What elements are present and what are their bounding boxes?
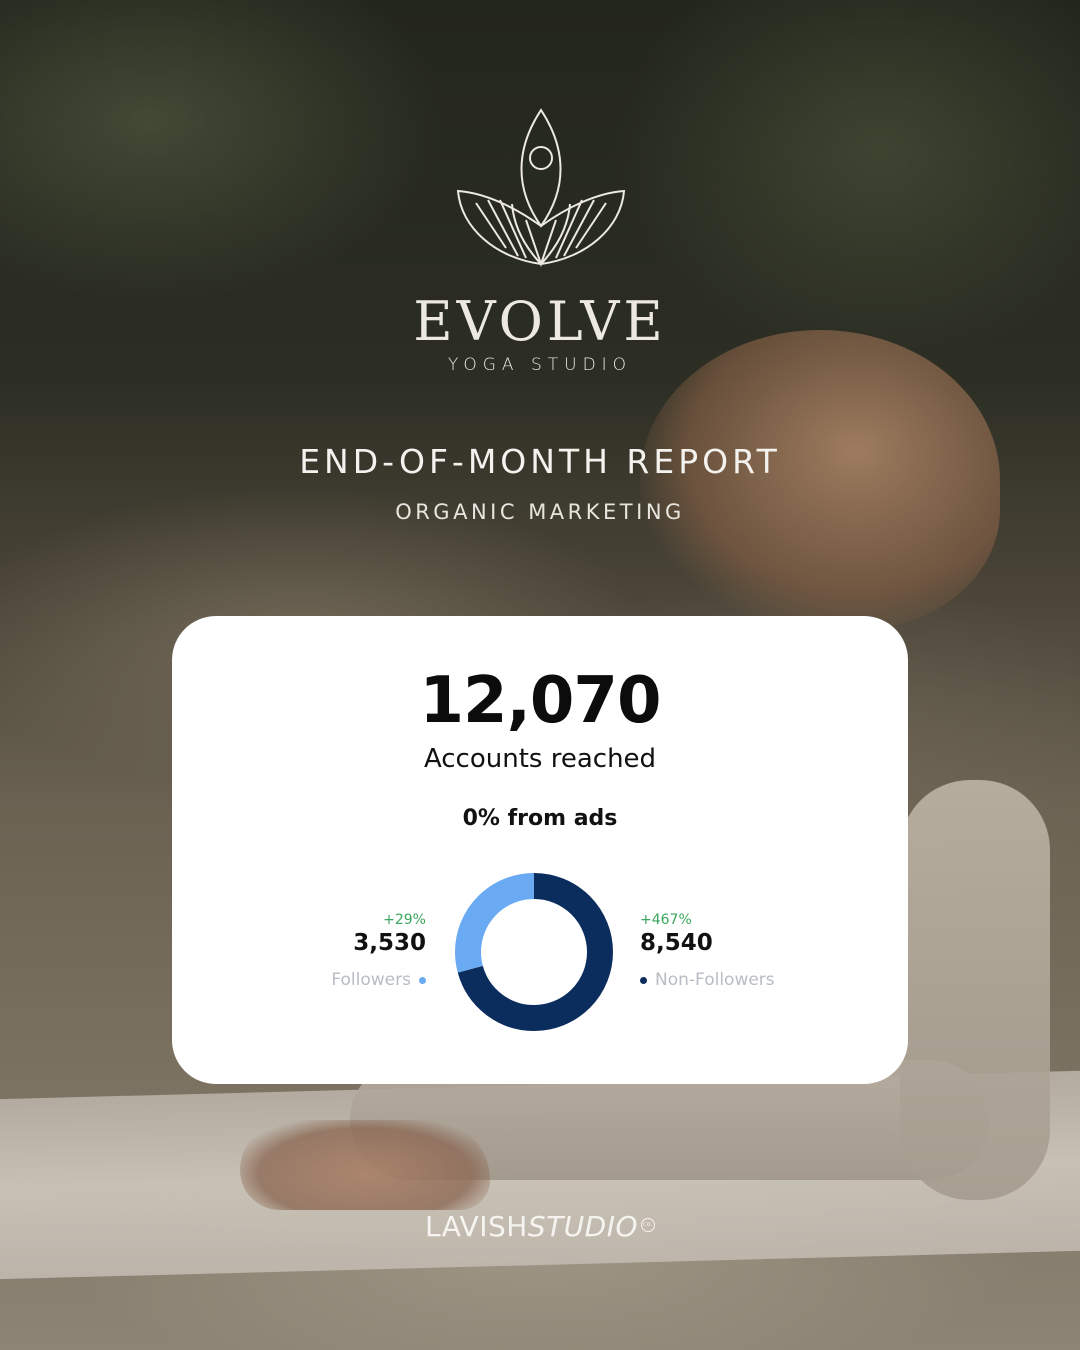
footer-brand-italic: STUDIO [527,1210,639,1243]
followers-change: +29% [383,912,426,928]
lotus-icon [456,108,626,268]
report-subtitle: ORGANIC MARKETING [395,500,685,524]
brand-subtitle: YOGA STUDIO [447,355,633,375]
non-followers-dot-icon [640,976,647,984]
footer-brand-logo: LAVISHSTUDIO co. [0,1210,1080,1243]
yoga-figure-raised-leg [900,780,1050,1200]
non-followers-stat: +467% 8,540 Non-Followers [640,912,840,990]
non-followers-label: Non-Followers [655,970,775,990]
footer-brand-mark: co. [641,1217,656,1232]
followers-value: 3,530 [353,930,426,956]
accounts-reached-value: 12,070 [419,664,662,738]
followers-stat: +29% 3,530 Followers [312,912,426,990]
non-followers-legend: Non-Followers [640,970,840,990]
ads-percentage-label: 0% from ads [462,806,618,831]
stats-card: 12,070 Accounts reached 0% from ads +29%… [172,616,908,1084]
followers-legend: Followers [312,970,426,990]
followers-label: Followers [331,970,411,990]
donut-chart [455,873,613,1031]
followers-dot-icon [419,976,426,984]
brand-name: EVOLVE [413,290,667,353]
non-followers-change: +467% [640,912,692,928]
footer-brand-regular: LAVISH [424,1210,528,1243]
non-followers-value: 8,540 [640,930,713,956]
yoga-figure-foot [240,1120,490,1210]
accounts-reached-label: Accounts reached [423,744,657,774]
report-title: END-OF-MONTH REPORT [299,442,781,481]
